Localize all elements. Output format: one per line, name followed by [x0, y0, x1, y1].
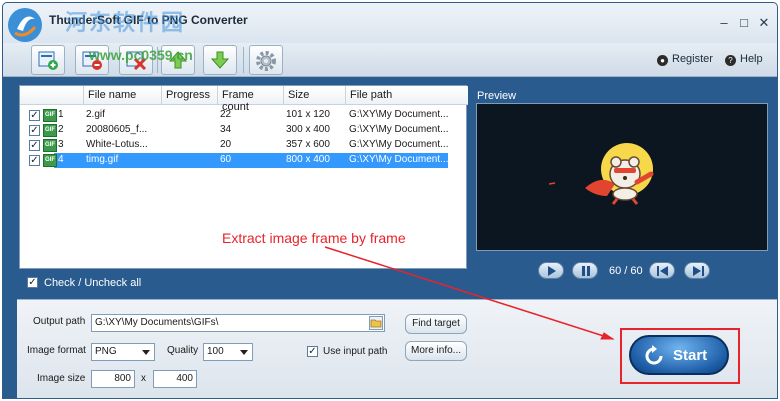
help-label: Help [740, 53, 763, 65]
column-header-progress[interactable]: Progress [162, 86, 218, 105]
play-button[interactable] [538, 262, 564, 279]
watermark-url: www.pc0359.cn [89, 47, 193, 63]
minimize-button[interactable]: – [717, 15, 731, 30]
arrow-down-icon [210, 51, 230, 69]
gif-file-icon: GIF [43, 109, 57, 122]
file-name: timg.gif [86, 154, 119, 165]
gif-file-icon: GIF [43, 154, 57, 167]
output-path-input[interactable]: G:\XY\My Documents\GIFs\ [91, 314, 385, 332]
register-label: Register [672, 53, 713, 65]
file-path: G:\XY\My Document... [349, 124, 449, 135]
row-checkbox[interactable]: ✓ [29, 110, 40, 121]
row-number: 1 [58, 109, 64, 120]
pause-button[interactable] [572, 262, 598, 279]
play-icon [548, 266, 556, 276]
skip-back-icon [657, 266, 668, 276]
use-input-path-checkbox[interactable]: ✓ [307, 346, 318, 357]
row-checkbox[interactable]: ✓ [29, 125, 40, 136]
image-size-label: Image size [37, 373, 86, 384]
image-size: 101 x 120 [286, 109, 330, 120]
column-header-file-path[interactable]: File path [346, 86, 468, 105]
row-number: 2 [58, 124, 64, 135]
add-files-button[interactable] [31, 45, 65, 75]
toolbar-separator [243, 47, 244, 73]
find-target-button[interactable]: Find target [405, 314, 467, 334]
height-input[interactable]: 400 [153, 370, 197, 388]
last-frame-button[interactable] [684, 262, 710, 279]
image-format-value: PNG [95, 346, 117, 357]
refresh-icon [645, 345, 663, 365]
start-label: Start [673, 347, 708, 364]
table-row[interactable]: ✓ GIF 1 2.gif 22 101 x 120 G:\XY\My Docu… [20, 108, 468, 123]
more-info-button[interactable]: More info... [405, 341, 467, 361]
help-icon: ? [725, 55, 736, 66]
skip-forward-icon [693, 266, 704, 276]
width-input[interactable]: 800 [91, 370, 135, 388]
settings-button[interactable] [249, 45, 283, 75]
move-down-button[interactable] [203, 45, 237, 75]
gif-file-icon: GIF [43, 139, 57, 152]
frame-counter: 60 / 60 [609, 265, 643, 277]
file-name: 2.gif [86, 109, 105, 120]
close-button[interactable]: ✕ [757, 15, 771, 31]
row-number: 4 [58, 154, 64, 165]
key-icon: ● [657, 55, 668, 66]
maximize-button[interactable]: □ [737, 15, 751, 30]
gear-icon [256, 51, 276, 71]
file-path: G:\XY\My Document... [349, 154, 449, 165]
pause-icon [582, 266, 590, 276]
column-header-blank [20, 86, 84, 105]
use-input-path-label: Use input path [323, 346, 388, 357]
row-checkbox[interactable]: ✓ [29, 155, 40, 166]
app-logo-icon [8, 8, 42, 42]
quality-label: Quality [167, 345, 199, 356]
size-separator: x [141, 373, 146, 384]
column-header-frame-count[interactable]: Frame count [218, 86, 284, 113]
quality-value: 100 [207, 346, 224, 357]
folder-icon [370, 319, 382, 328]
annotation-text: Extract image frame by frame [222, 230, 406, 246]
row-number: 3 [58, 139, 64, 150]
browse-folder-button[interactable] [369, 316, 383, 330]
table-row-selected[interactable]: ✓ GIF 4 timg.gif 60 800 x 400 G:\XY\My D… [20, 153, 468, 168]
chevron-down-icon [142, 350, 150, 355]
file-path: G:\XY\My Document... [349, 139, 449, 150]
preview-label: Preview [477, 90, 517, 102]
output-path-label: Output path [33, 316, 86, 327]
gif-file-icon: GIF [43, 124, 57, 137]
image-format-select[interactable]: PNG [91, 343, 155, 361]
watermark-text: 河东软件园 [65, 10, 186, 35]
image-size: 357 x 600 [286, 139, 330, 150]
file-name: 20080605_f... [86, 124, 148, 135]
help-link[interactable]: ? Help [725, 53, 763, 66]
start-button[interactable]: Start [629, 335, 729, 375]
column-header-size[interactable]: Size [284, 86, 346, 105]
image-format-label: Image format [27, 345, 86, 356]
image-size: 300 x 400 [286, 124, 330, 135]
frame-count: 20 [220, 139, 232, 150]
preview-canvas [476, 103, 768, 251]
frame-count: 34 [220, 124, 232, 135]
app-window: ThunderSoft GIF to PNG Converter 河东软件园 –… [2, 2, 778, 399]
check-all-checkbox[interactable]: ✓ [27, 277, 38, 288]
quality-select[interactable]: 100 [203, 343, 253, 361]
table-row[interactable]: ✓ GIF 2 20080605_f... 34 300 x 400 G:\XY… [20, 123, 468, 138]
column-header-file-name[interactable]: File name [84, 86, 162, 105]
image-size: 800 x 400 [286, 154, 330, 165]
table-row[interactable]: ✓ GIF 3 White-Lotus... 20 357 x 600 G:\X… [20, 138, 468, 153]
file-path: G:\XY\My Document... [349, 109, 449, 120]
add-file-icon [38, 51, 58, 70]
register-link[interactable]: ● Register [657, 53, 713, 66]
preview-frame-image [548, 143, 654, 205]
frame-count: 22 [220, 109, 232, 120]
check-all-label: Check / Uncheck all [44, 277, 142, 289]
row-checkbox[interactable]: ✓ [29, 140, 40, 151]
title-bar: ThunderSoft GIF to PNG Converter 河东软件园 –… [3, 3, 777, 43]
first-frame-button[interactable] [649, 262, 675, 279]
chevron-down-icon [240, 350, 248, 355]
file-name: White-Lotus... [86, 139, 148, 150]
frame-count: 60 [220, 154, 232, 165]
